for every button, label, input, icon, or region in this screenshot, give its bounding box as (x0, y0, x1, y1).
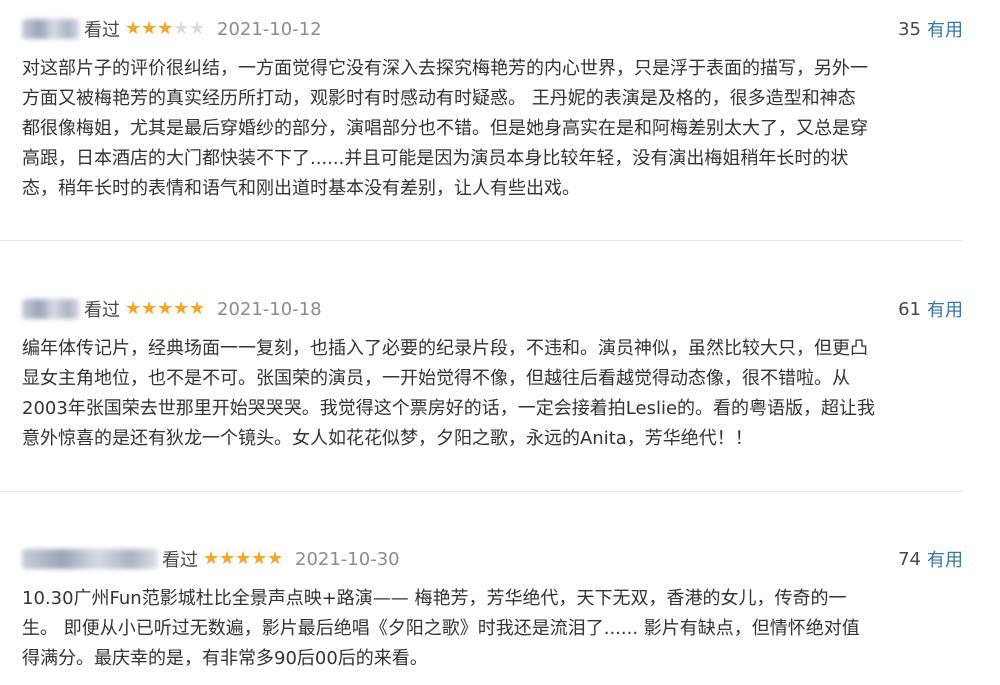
useful-vote: 74 有用 (898, 546, 963, 572)
star-filled-icon: ★ (189, 298, 206, 319)
star-filled-icon: ★ (125, 298, 142, 319)
review-text-line: 生。 即便从小已听过无数遍，影片最后绝唱《夕阳之歌》时我还是流泪了...... … (22, 618, 860, 639)
star-empty-icon: ★ (173, 18, 190, 39)
star-filled-icon: ★ (235, 548, 252, 569)
review-text-line: 方面又被梅艳芳的真实经历所打动，观影时有时感动有时疑惑。 王丹妮的表演是及格的，… (22, 88, 856, 109)
review-text-line: 显女主角地位，也不是不可。张国荣的演员，一开始觉得不像，但越往后看越觉得动态像，… (22, 368, 850, 389)
useful-count: 61 (898, 298, 921, 320)
review-date: 2021-10-12 (217, 18, 322, 40)
review-date: 2021-10-30 (295, 548, 400, 570)
review-text-line: 编年体传记片，经典场面一一复刻，也插入了必要的纪录片段，不违和。演员神似，虽然比… (22, 338, 868, 359)
review-text-line: 意外惊喜的是还有狄龙一个镜头。女人如花花似梦，夕阳之歌，永远的Anita，芳华绝… (22, 428, 753, 449)
star-filled-icon: ★ (141, 298, 158, 319)
review-text-line: 高跟，日本酒店的大门都快装不下了......并且可能是因为演员本身比较年轻，没有… (22, 148, 849, 169)
rating-stars: ★ ★ ★ ★ ★ (125, 300, 205, 318)
blurred-username[interactable] (22, 549, 158, 569)
useful-button[interactable]: 有用 (927, 16, 963, 42)
blurred-username[interactable] (22, 19, 80, 39)
star-filled-icon: ★ (219, 548, 236, 569)
rating-stars: ★ ★ ★ ★ ★ (125, 20, 205, 38)
rating-stars: ★ ★ ★ ★ ★ (203, 550, 283, 568)
review-text-line: 态，稍年长时的表情和语气和刚出道时基本没有差别，让人有些出戏。 (22, 178, 580, 199)
review-date: 2021-10-18 (217, 298, 322, 320)
review-text-line: 都很像梅姐，尤其是最后穿婚纱的部分，演唱部分也不错。但是她身高实在是和阿梅差别太… (22, 118, 868, 139)
review-meta: 看过 ★ ★ ★ ★ ★ 2021-10-18 (22, 296, 322, 322)
useful-button[interactable]: 有用 (927, 296, 963, 322)
review-text-line: 10.30广州Fun范影城杜比全景声点映+路演—— 梅艳芳，芳华绝代，天下无双，… (22, 588, 847, 609)
star-filled-icon: ★ (125, 18, 142, 39)
useful-count: 74 (898, 548, 921, 570)
useful-vote: 35 有用 (898, 16, 963, 42)
blurred-username[interactable] (22, 299, 80, 319)
useful-count: 35 (898, 18, 921, 40)
star-filled-icon: ★ (267, 548, 284, 569)
useful-vote: 61 有用 (898, 296, 963, 322)
review-text: 10.30广州Fun范影城杜比全景声点映+路演—— 梅艳芳，芳华绝代，天下无双，… (22, 584, 962, 674)
watched-label: 看过 (162, 550, 198, 571)
watched-label: 看过 (84, 300, 120, 321)
star-filled-icon: ★ (203, 548, 220, 569)
review-meta: 看过 ★ ★ ★ ★ ★ 2021-10-12 (22, 16, 322, 42)
star-filled-icon: ★ (157, 298, 174, 319)
star-filled-icon: ★ (157, 18, 174, 39)
useful-button[interactable]: 有用 (927, 546, 963, 572)
review-meta: 看过 ★ ★ ★ ★ ★ 2021-10-30 (22, 546, 400, 572)
watched-label: 看过 (84, 20, 120, 41)
review-text-line: 对这部片子的评价很纠结，一方面觉得它没有深入去探究梅艳芳的内心世界，只是浮于表面… (22, 58, 868, 79)
divider (0, 491, 963, 492)
star-filled-icon: ★ (141, 18, 158, 39)
review-text: 对这部片子的评价很纠结，一方面觉得它没有深入去探究梅艳芳的内心世界，只是浮于表面… (22, 54, 962, 204)
star-empty-icon: ★ (189, 18, 206, 39)
review-text-line: 得满分。最庆幸的是，有非常多90后00后的来看。 (22, 648, 428, 669)
star-filled-icon: ★ (251, 548, 268, 569)
review-text-line: 2003年张国荣去世那里开始哭哭哭。我觉得这个票房好的话，一定会接着拍Lesli… (22, 398, 876, 419)
divider (0, 240, 963, 241)
review-text: 编年体传记片，经典场面一一复刻，也插入了必要的纪录片段，不违和。演员神似，虽然比… (22, 334, 962, 454)
star-filled-icon: ★ (173, 298, 190, 319)
